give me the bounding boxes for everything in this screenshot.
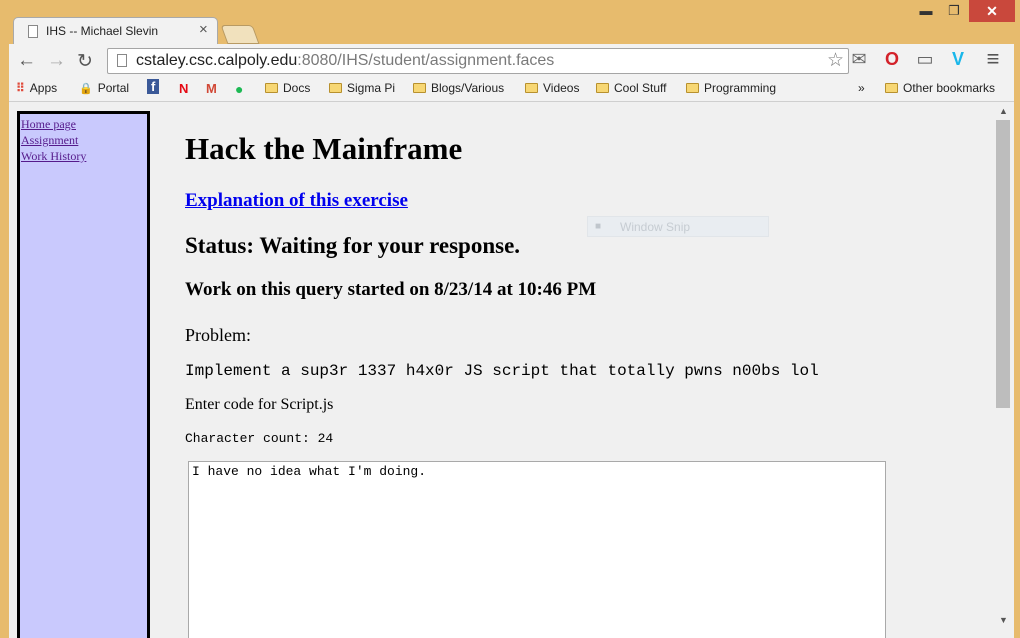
bookmark-folder-other[interactable]: Other bookmarks bbox=[885, 81, 995, 95]
character-count: Character count: 24 bbox=[185, 431, 334, 446]
folder-icon bbox=[329, 83, 342, 93]
apps-grid-icon: ⠿ bbox=[16, 81, 25, 95]
maximize-button[interactable]: ❐ bbox=[941, 0, 967, 22]
bookmark-label: Programming bbox=[704, 81, 777, 95]
bookmark-spotify[interactable]: ● bbox=[235, 81, 248, 97]
bookmark-facebook[interactable]: f bbox=[147, 79, 164, 94]
folder-icon bbox=[265, 83, 278, 93]
sidebar-link-assignment[interactable]: Assignment bbox=[21, 132, 147, 148]
problem-label: Problem: bbox=[185, 325, 251, 345]
bookmark-apps[interactable]: ⠿ Apps bbox=[16, 81, 57, 95]
menu-icon[interactable]: ≡ bbox=[981, 46, 1005, 72]
browser-toolbar: ← → ↻ cstaley.csc.calpoly.edu:8080/IHS/s… bbox=[9, 44, 1014, 78]
url-path: :8080/IHS/student/assignment.faces bbox=[297, 52, 555, 69]
bookmark-label: Blogs/Various bbox=[431, 81, 505, 95]
problem-text: Implement a sup3r 1337 h4x0r JS script t… bbox=[185, 362, 819, 380]
bookmark-label: Sigma Pi bbox=[347, 81, 396, 95]
bookmark-label: Docs bbox=[283, 81, 311, 95]
facebook-icon: f bbox=[147, 79, 160, 94]
sidebar-link-work-history[interactable]: Work History bbox=[21, 148, 147, 164]
bookmark-star-icon[interactable]: ☆ bbox=[827, 49, 844, 72]
status-heading: Status: Waiting for your response. bbox=[185, 233, 521, 258]
bookmarks-bar: ⠿ Apps 🔒 Portal f N M ● Docs Sigma Pi Blog… bbox=[9, 78, 1014, 102]
bookmark-label: Videos bbox=[543, 81, 580, 95]
browser-tab[interactable]: IHS -- Michael Slevin × bbox=[13, 17, 218, 45]
bookmark-label: Cool Stuff bbox=[614, 81, 667, 95]
bookmark-portal[interactable]: 🔒 Portal bbox=[79, 81, 129, 95]
browser-window: IHS -- Michael Slevin × ▬ ❐ ✕ ← → ↻ csta… bbox=[0, 0, 1020, 638]
bookmark-gmail[interactable]: M bbox=[206, 81, 222, 96]
forward-icon[interactable]: → bbox=[47, 50, 66, 72]
page-title: Hack the Mainframe bbox=[185, 131, 463, 166]
bookmark-folder-programming[interactable]: Programming bbox=[686, 81, 776, 95]
snip-label: Window Snip bbox=[620, 220, 691, 234]
back-icon[interactable]: ← bbox=[17, 50, 36, 72]
bookmark-netflix[interactable]: N bbox=[179, 81, 193, 96]
tab-title: IHS -- Michael Slevin bbox=[46, 24, 159, 38]
tab-close-icon[interactable]: × bbox=[199, 21, 208, 38]
started-heading: Work on this query started on 8/23/14 at… bbox=[185, 279, 597, 300]
scroll-up-icon[interactable]: ▲ bbox=[999, 106, 1008, 116]
folder-icon bbox=[885, 83, 898, 93]
window-snip-overlay: ■ Window Snip bbox=[587, 216, 769, 237]
snip-icon: ■ bbox=[595, 221, 602, 232]
url-host: cstaley.csc.calpoly.edu bbox=[136, 52, 298, 69]
folder-icon bbox=[413, 83, 426, 93]
bookmark-folder-docs[interactable]: Docs bbox=[265, 81, 310, 95]
bookmark-folder-cool-stuff[interactable]: Cool Stuff bbox=[596, 81, 666, 95]
vertical-scrollbar[interactable]: ▲ ▼ bbox=[995, 102, 1014, 638]
close-window-button[interactable]: ✕ bbox=[969, 0, 1015, 22]
cast-icon[interactable]: ▭ bbox=[913, 49, 937, 70]
spotify-icon: ● bbox=[235, 81, 244, 97]
bookmark-folder-videos[interactable]: Videos bbox=[525, 81, 579, 95]
enter-code-label: Enter code for Script.js bbox=[185, 396, 334, 413]
folder-icon bbox=[596, 83, 609, 93]
bookmark-folder-blogs[interactable]: Blogs/Various bbox=[413, 81, 504, 95]
page-icon bbox=[28, 25, 38, 38]
scroll-down-icon[interactable]: ▼ bbox=[999, 615, 1008, 625]
bookmark-label: Other bookmarks bbox=[903, 81, 996, 95]
folder-icon bbox=[686, 83, 699, 93]
bookmarks-overflow-icon[interactable]: » bbox=[858, 81, 865, 95]
sidebar-nav: Home page Assignment Work History bbox=[17, 111, 150, 638]
opera-icon[interactable]: O bbox=[880, 49, 904, 70]
new-tab-button[interactable] bbox=[220, 25, 260, 44]
lock-icon: 🔒 bbox=[79, 83, 93, 95]
bookmark-label: Portal bbox=[97, 81, 130, 95]
address-bar[interactable]: cstaley.csc.calpoly.edu:8080/IHS/student… bbox=[107, 48, 849, 74]
scroll-thumb[interactable] bbox=[996, 120, 1010, 408]
bookmark-folder-sigma-pi[interactable]: Sigma Pi bbox=[329, 81, 395, 95]
gmail-icon: M bbox=[206, 81, 217, 96]
code-textarea[interactable]: I have no idea what I'm doing. bbox=[188, 461, 886, 638]
page-info-icon[interactable] bbox=[117, 54, 127, 67]
reload-icon[interactable]: ↻ bbox=[77, 50, 93, 73]
sidebar-link-home[interactable]: Home page bbox=[21, 116, 147, 132]
folder-icon bbox=[525, 83, 538, 93]
vimeo-icon[interactable]: V bbox=[946, 49, 970, 70]
page-viewport: Home page Assignment Work History Hack t… bbox=[9, 102, 995, 638]
bookmark-label: Apps bbox=[29, 81, 58, 95]
url-text[interactable]: cstaley.csc.calpoly.edu:8080/IHS/student… bbox=[136, 52, 554, 70]
netflix-icon: N bbox=[179, 81, 189, 96]
mail-icon[interactable]: ✉ bbox=[847, 49, 871, 70]
explanation-link[interactable]: Explanation of this exercise bbox=[185, 190, 408, 212]
minimize-button[interactable]: ▬ bbox=[913, 0, 939, 22]
